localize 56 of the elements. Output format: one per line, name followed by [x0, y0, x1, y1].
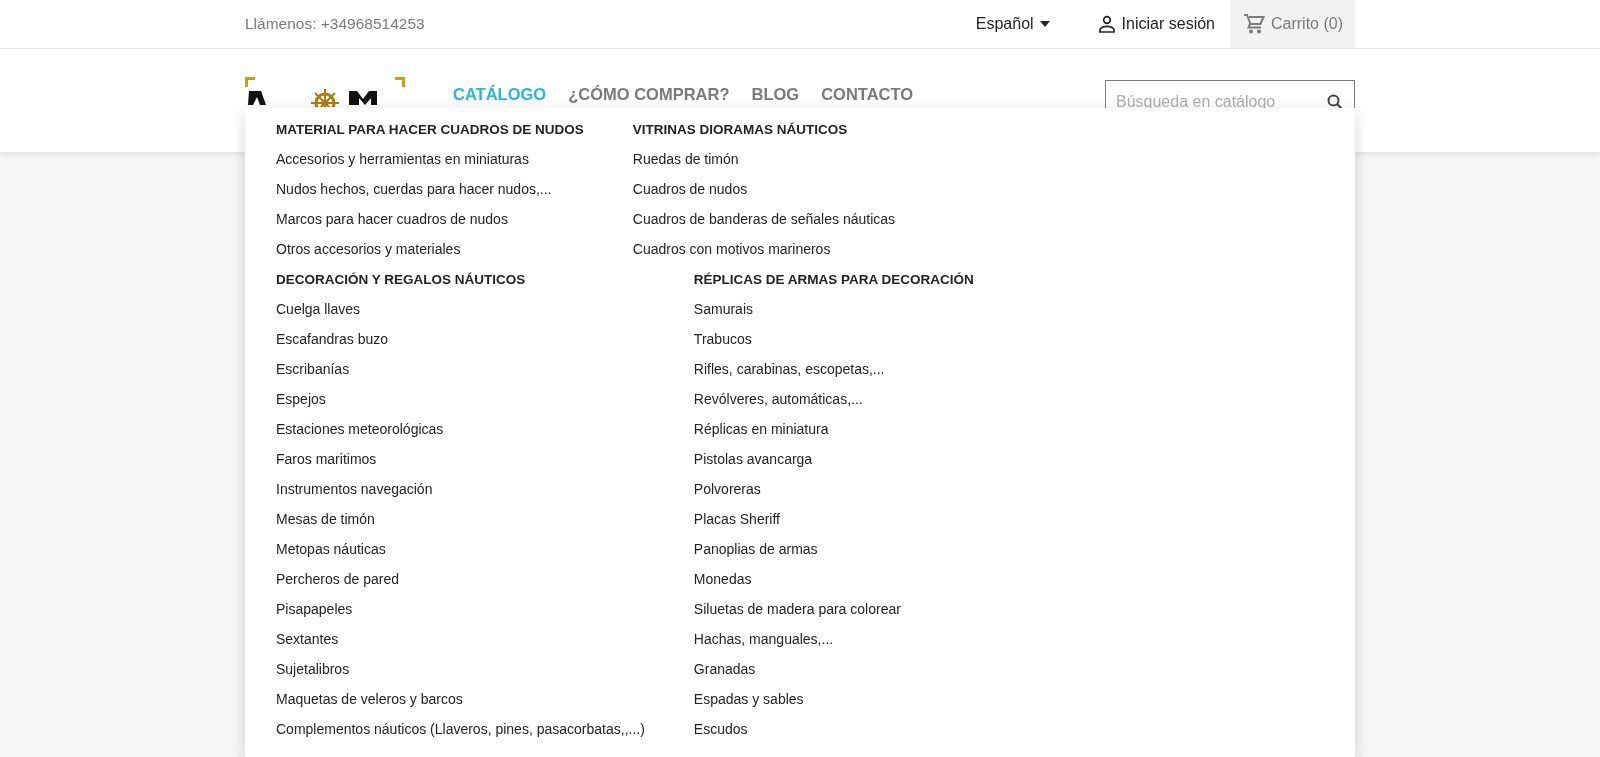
category-link[interactable]: Placas Sheriff	[693, 508, 974, 538]
category-heading[interactable]: RÉPLICAS DE ARMAS PARA DECORACIÓN	[693, 268, 974, 298]
logo[interactable]	[245, 77, 405, 107]
category-link[interactable]: Percheros de pared	[276, 568, 645, 598]
category-link[interactable]: Siluetas de madera para colorear	[693, 598, 974, 628]
category-link[interactable]: Polvoreras	[693, 478, 974, 508]
category-link[interactable]: Complementos náuticos (Llaveros, pines, pasacorbatas,,...)	[276, 718, 645, 748]
sign-in-link[interactable]: Iniciar sesión	[1097, 12, 1215, 36]
category-link[interactable]: Cuadros de banderas de señales náuticas	[632, 208, 896, 238]
search-icon	[1327, 94, 1343, 110]
category-link[interactable]: Cuadros de nudos	[632, 178, 896, 208]
category-link[interactable]: Sujetalibros	[276, 658, 645, 688]
category-link[interactable]: Espadas y sables	[693, 688, 974, 718]
category-link[interactable]: Nudos hechos, cuerdas para hacer nudos,...	[276, 178, 584, 208]
category-link[interactable]: Sextantes	[276, 628, 645, 658]
category-heading[interactable]: MATERIAL PARA HACER CUADROS DE NUDOS	[276, 118, 584, 148]
category-heading[interactable]: DECORACIÓN Y REGALOS NÁUTICOS	[276, 268, 645, 298]
category-link[interactable]: Maquetas de veleros y barcos	[276, 688, 645, 718]
category-link[interactable]: Réplicas en miniatura	[693, 418, 974, 448]
language-selector[interactable]: Español	[975, 12, 1050, 36]
corner-mark	[245, 77, 255, 87]
category-link[interactable]: Escribanías	[276, 358, 645, 388]
category-link[interactable]: Accesorios y herramientas en miniaturas	[276, 148, 584, 178]
nav-link[interactable]: BLOG	[751, 78, 800, 107]
category-link[interactable]: Escafandras buzo	[276, 328, 645, 358]
category-link[interactable]: Revólveres, automáticas,...	[693, 388, 974, 418]
category-link[interactable]: Cuadros con motivos marineros	[632, 238, 896, 268]
category-link[interactable]: Espejos	[276, 388, 645, 418]
category-link[interactable]: Granadas	[693, 658, 974, 688]
category-link[interactable]: Ruedas de timón	[632, 148, 896, 178]
corner-mark	[395, 77, 405, 87]
category-link[interactable]: Pistolas avancarga	[693, 448, 974, 478]
user-icon	[1097, 15, 1116, 33]
category-link[interactable]: Trabucos	[693, 328, 974, 358]
phone-number: Llámenos: +34968514253	[245, 14, 425, 35]
category-link[interactable]: Hachas, manguales,...	[693, 628, 974, 658]
category-link[interactable]: Rifles, carabinas, escopetas,...	[693, 358, 974, 388]
category-link[interactable]: Otros accesorios y materiales	[276, 238, 584, 268]
category-link[interactable]: Monedas	[693, 568, 974, 598]
category-link[interactable]: Panoplias de armas	[693, 538, 974, 568]
nav-link[interactable]: CONTACTO	[821, 78, 914, 107]
category-link[interactable]: Escudos	[693, 718, 974, 748]
category-link[interactable]: Estaciones meteorológicas	[276, 418, 645, 448]
cart-icon	[1243, 14, 1265, 34]
category-link[interactable]: Instrumentos navegación	[276, 478, 645, 508]
cart-button[interactable]: Carrito (0)	[1231, 0, 1355, 48]
category-link[interactable]: Marcos para hacer cuadros de nudos	[276, 208, 584, 238]
category-link[interactable]: Cuelga llaves	[276, 298, 645, 328]
category-link[interactable]: Pisapapeles	[276, 598, 645, 628]
caret-icon	[1039, 21, 1050, 27]
nav-link[interactable]: ¿CÓMO COMPRAR?	[568, 78, 730, 107]
category-link[interactable]: Faros maritimos	[276, 448, 645, 478]
category-link[interactable]: Samurais	[693, 298, 974, 328]
category-link[interactable]: Metopas náuticas	[276, 538, 645, 568]
category-heading[interactable]: VITRINAS DIORAMAS NÁUTICOS	[632, 118, 896, 148]
category-link[interactable]: Mesas de timón	[276, 508, 645, 538]
